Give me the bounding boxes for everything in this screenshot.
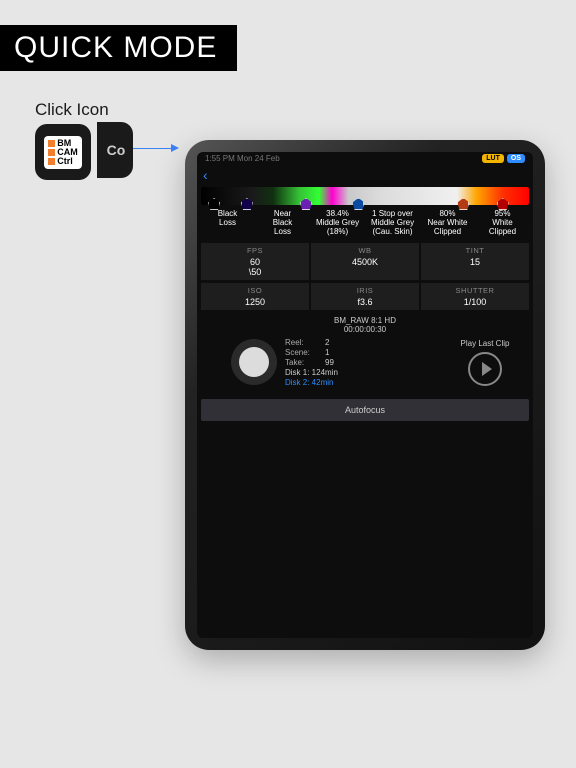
play-icon [482,362,492,376]
legend-item: 80%Near WhiteClipped [421,209,474,237]
app-icon[interactable]: BM CAM Ctrl [35,124,91,180]
param-header: TINT [421,246,529,255]
false-color-spectrum [201,187,529,205]
spectrum-marker[interactable] [497,198,509,210]
param-cell[interactable]: SHUTTER 1/100 [421,283,529,310]
param-value: 15 [421,257,529,267]
arrow-icon [133,148,173,149]
back-button[interactable]: ‹ [203,167,208,183]
page-title: QUICK MODE [0,25,237,71]
param-header: IRIS [311,286,419,295]
param-value: 4500K [311,257,419,267]
legend-item: BlackLoss [201,209,254,237]
autofocus-button[interactable]: Autofocus [201,399,529,421]
dock-peek-icon[interactable]: Co [97,122,133,178]
spectrum-marker[interactable] [457,198,469,210]
lut-badge[interactable]: LUT [482,154,504,163]
legend-item: 95%WhiteClipped [476,209,529,237]
clip-metadata: Reel:2 Scene:1 Take:99 Disk 1: 124min Di… [285,338,433,387]
status-time: 1:55 PM Mon 24 Feb [205,154,280,163]
param-header: SHUTTER [421,286,529,295]
clip-section: BM_RAW 8:1 HD 00:00:00:30 Reel:2 Scene:1… [201,316,529,387]
param-header: FPS [201,246,309,255]
spectrum-marker[interactable] [352,198,364,210]
spectrum-marker[interactable] [208,198,220,210]
app-icon-text: BM CAM Ctrl [44,136,82,169]
param-cell[interactable]: ISO 1250 [201,283,309,310]
camera-params-row-1: FPS60\50WB4500KTINT15 [197,243,533,280]
param-cell[interactable]: TINT 15 [421,243,529,280]
disk1-remaining: Disk 1: 124min [285,368,338,377]
false-color-legend: BlackLossNearBlackLoss38.4%Middle Grey(1… [197,205,533,243]
spectrum-marker[interactable] [300,198,312,210]
param-cell[interactable]: WB 4500K [311,243,419,280]
param-value: 1/100 [421,297,529,307]
tablet-frame: 1:55 PM Mon 24 Feb LUT OS ‹ BlackLossNea… [185,140,545,650]
os-badge[interactable]: OS [507,154,525,163]
param-value: f3.6 [311,297,419,307]
record-dot-icon [239,347,269,377]
app-screen: 1:55 PM Mon 24 Feb LUT OS ‹ BlackLossNea… [197,152,533,638]
param-cell[interactable]: FPS60\50 [201,243,309,280]
click-icon-label: Click Icon [35,100,109,120]
disk2-remaining: Disk 2: 42min [285,378,333,387]
record-button[interactable] [231,339,277,385]
param-header: ISO [201,286,309,295]
codec-label: BM_RAW 8:1 HD [201,316,529,325]
legend-item: NearBlackLoss [256,209,309,237]
play-last-clip-label: Play Last Clip [441,339,529,348]
spectrum-marker[interactable] [241,198,253,210]
legend-item: 38.4%Middle Grey(18%) [311,209,364,237]
param-cell[interactable]: IRIS f3.6 [311,283,419,310]
param-value: 1250 [201,297,309,307]
param-value: 60 [201,257,309,267]
param-header: WB [311,246,419,255]
status-bar: 1:55 PM Mon 24 Feb LUT OS [197,152,533,165]
play-button[interactable] [468,352,502,386]
timecode: 00:00:00:30 [201,325,529,334]
camera-params-row-2: ISO 1250IRIS f3.6SHUTTER 1/100 [197,283,533,310]
legend-item: 1 Stop overMiddle Grey(Cau. Skin) [366,209,419,237]
